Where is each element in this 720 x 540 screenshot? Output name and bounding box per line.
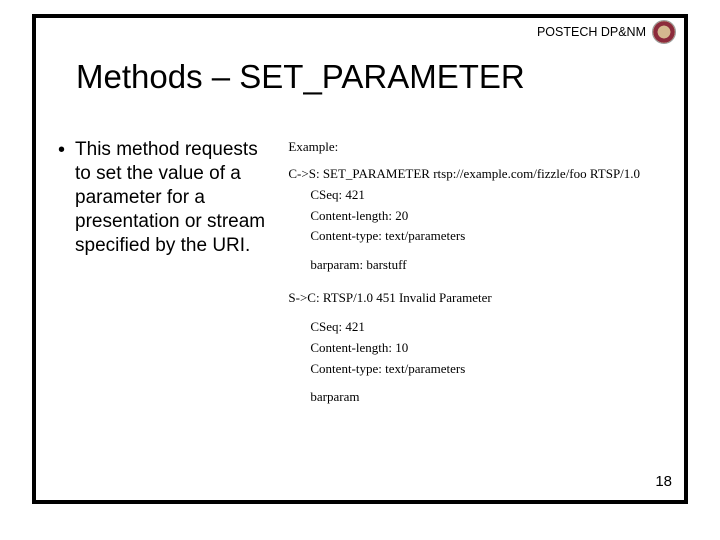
header-bar: POSTECH DP&NM [537, 20, 676, 44]
response-body: barparam [288, 388, 664, 407]
request-content-type: Content-type: text/parameters [288, 227, 664, 246]
response-content-length: Content-length: 10 [288, 339, 664, 358]
bullet-item: • This method requests to set the value … [56, 138, 278, 409]
slide-frame: POSTECH DP&NM Methods – SET_PARAMETER • … [32, 14, 688, 504]
request-line: C->S: SET_PARAMETER rtsp://example.com/f… [288, 165, 664, 184]
example-label: Example: [288, 138, 664, 157]
request-body: barparam: barstuff [288, 256, 664, 275]
header-label: POSTECH DP&NM [537, 25, 646, 39]
page-number: 18 [655, 473, 672, 490]
content-row: • This method requests to set the value … [56, 138, 664, 409]
postech-logo-icon [652, 20, 676, 44]
request-cseq: CSeq: 421 [288, 186, 664, 205]
response-cseq: CSeq: 421 [288, 318, 664, 337]
request-content-length: Content-length: 20 [288, 207, 664, 226]
bullet-text: This method requests to set the value of… [75, 138, 278, 258]
response-content-type: Content-type: text/parameters [288, 360, 664, 379]
slide-title: Methods – SET_PARAMETER [76, 58, 525, 96]
response-line: S->C: RTSP/1.0 451 Invalid Parameter [288, 289, 664, 308]
example-block: Example: C->S: SET_PARAMETER rtsp://exam… [288, 138, 664, 409]
bullet-mark-icon: • [56, 138, 65, 162]
